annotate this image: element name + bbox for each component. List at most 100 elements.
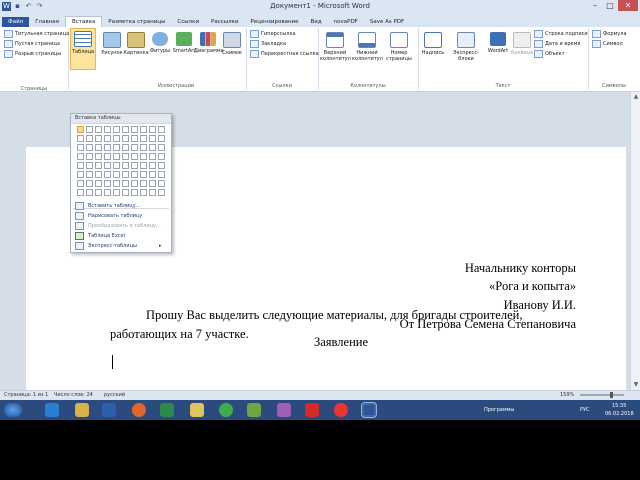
cross-reference-button[interactable]: Перекрестная ссылка [250, 50, 319, 58]
table-grid-cell[interactable] [140, 135, 147, 142]
table-grid-cell[interactable] [77, 126, 84, 133]
table-grid-cell[interactable] [86, 162, 93, 169]
status-zoom[interactable]: 159% [560, 392, 574, 398]
table-grid-cell[interactable] [158, 135, 165, 142]
zoom-slider-knob[interactable] [610, 392, 613, 398]
table-grid-cell[interactable] [140, 144, 147, 151]
page-number-button[interactable]: Номер страницы [384, 30, 414, 70]
internet-explorer-icon[interactable] [45, 403, 59, 417]
table-grid-cell[interactable] [140, 126, 147, 133]
table-grid-cell[interactable] [158, 189, 165, 196]
date-time-button[interactable]: Дата и время [534, 40, 580, 48]
table-grid-cell[interactable] [140, 162, 147, 169]
table-grid-cell[interactable] [77, 144, 84, 151]
table-grid-cell[interactable] [158, 180, 165, 187]
table-grid-cell[interactable] [131, 153, 138, 160]
messenger-icon[interactable] [219, 403, 233, 417]
table-grid-cell[interactable] [113, 162, 120, 169]
table-grid-cell[interactable] [95, 144, 102, 151]
textbox-button[interactable]: Надпись [420, 30, 446, 70]
screenshot-button[interactable]: Снимок [218, 30, 246, 70]
table-grid-cell[interactable] [104, 144, 111, 151]
equation-button[interactable]: Формула [592, 30, 627, 38]
table-grid-cell[interactable] [77, 180, 84, 187]
tab-save-as-pdf[interactable]: Save As PDF [364, 17, 410, 27]
table-grid-cell[interactable] [77, 189, 84, 196]
tab-insert[interactable]: Вставка [64, 16, 103, 27]
excel-icon[interactable] [160, 403, 174, 417]
hyperlink-button[interactable]: Гиперссылка [250, 30, 296, 38]
object-button[interactable]: Объект [534, 50, 565, 58]
table-grid-cell[interactable] [95, 189, 102, 196]
table-grid-cell[interactable] [131, 135, 138, 142]
dropcap-button[interactable]: Буквица [510, 30, 534, 70]
table-grid-cell[interactable] [149, 171, 156, 178]
table-grid-cell[interactable] [140, 171, 147, 178]
table-grid-cell[interactable] [86, 189, 93, 196]
table-grid-cell[interactable] [113, 180, 120, 187]
table-grid-cell[interactable] [95, 153, 102, 160]
menu-quick-tables[interactable]: Экспресс-таблицы ▸ [75, 242, 161, 250]
table-grid-cell[interactable] [149, 162, 156, 169]
start-icon[interactable] [4, 403, 22, 417]
table-grid-cell[interactable] [104, 189, 111, 196]
table-grid-cell[interactable] [149, 135, 156, 142]
table-button[interactable]: Таблица [70, 28, 96, 70]
table-grid-cell[interactable] [113, 135, 120, 142]
table-grid-cell[interactable] [158, 171, 165, 178]
word-taskbar-icon[interactable] [361, 402, 377, 418]
table-grid-cell[interactable] [95, 162, 102, 169]
table-grid-cell[interactable] [149, 180, 156, 187]
table-grid-cell[interactable] [158, 162, 165, 169]
blank-page-button[interactable]: Пустая страница [4, 40, 60, 48]
tray-language[interactable]: РУС [580, 407, 590, 413]
table-grid-cell[interactable] [113, 171, 120, 178]
tray-programs[interactable]: Программы [484, 407, 514, 413]
table-grid-cell[interactable] [131, 180, 138, 187]
table-grid-cell[interactable] [86, 144, 93, 151]
tab-page-layout[interactable]: Разметка страницы [102, 17, 171, 27]
table-grid-cell[interactable] [95, 126, 102, 133]
table-grid-cell[interactable] [86, 180, 93, 187]
yandex-browser-icon[interactable] [334, 403, 348, 417]
tab-file[interactable]: Файл [2, 17, 30, 27]
status-language[interactable]: русский [104, 392, 125, 398]
close-icon[interactable]: ✕ [618, 0, 638, 11]
table-grid-cell[interactable] [122, 171, 129, 178]
table-grid-cell[interactable] [113, 189, 120, 196]
table-grid-cell[interactable] [104, 180, 111, 187]
table-grid-cell[interactable] [140, 189, 147, 196]
table-grid-cell[interactable] [104, 162, 111, 169]
menu-insert-table[interactable]: Вставить таблицу... [75, 202, 140, 210]
table-grid-cell[interactable] [86, 135, 93, 142]
table-grid-cell[interactable] [77, 162, 84, 169]
table-grid-cell[interactable] [95, 171, 102, 178]
yandex-icon[interactable] [305, 403, 319, 417]
quick-parts-button[interactable]: Экспресс-блоки [446, 30, 486, 70]
tab-novapdf[interactable]: novaPDF [328, 17, 364, 27]
table-grid-cell[interactable] [77, 153, 84, 160]
table-grid-cell[interactable] [149, 189, 156, 196]
table-size-grid[interactable] [77, 126, 165, 196]
table-grid-cell[interactable] [131, 162, 138, 169]
bookmark-button[interactable]: Закладка [250, 40, 286, 48]
firefox-icon[interactable] [132, 403, 146, 417]
table-grid-cell[interactable] [77, 135, 84, 142]
scroll-down-icon[interactable]: ▼ [632, 381, 640, 389]
table-grid-cell[interactable] [122, 153, 129, 160]
tab-view[interactable]: Вид [305, 17, 328, 27]
tray-date[interactable]: 06.02.2018 [605, 411, 634, 417]
table-grid-cell[interactable] [86, 153, 93, 160]
signature-line-button[interactable]: Строка подписи [534, 30, 588, 38]
table-grid-cell[interactable] [149, 126, 156, 133]
table-grid-cell[interactable] [131, 144, 138, 151]
zoom-slider[interactable] [580, 392, 624, 398]
table-grid-cell[interactable] [158, 153, 165, 160]
symbol-button[interactable]: Символ [592, 40, 623, 48]
cover-page-button[interactable]: Титульная страница [4, 30, 69, 38]
table-grid-cell[interactable] [104, 153, 111, 160]
table-grid-cell[interactable] [113, 144, 120, 151]
table-grid-cell[interactable] [158, 126, 165, 133]
tray-time[interactable]: 15:35 [612, 403, 626, 409]
table-grid-cell[interactable] [122, 126, 129, 133]
